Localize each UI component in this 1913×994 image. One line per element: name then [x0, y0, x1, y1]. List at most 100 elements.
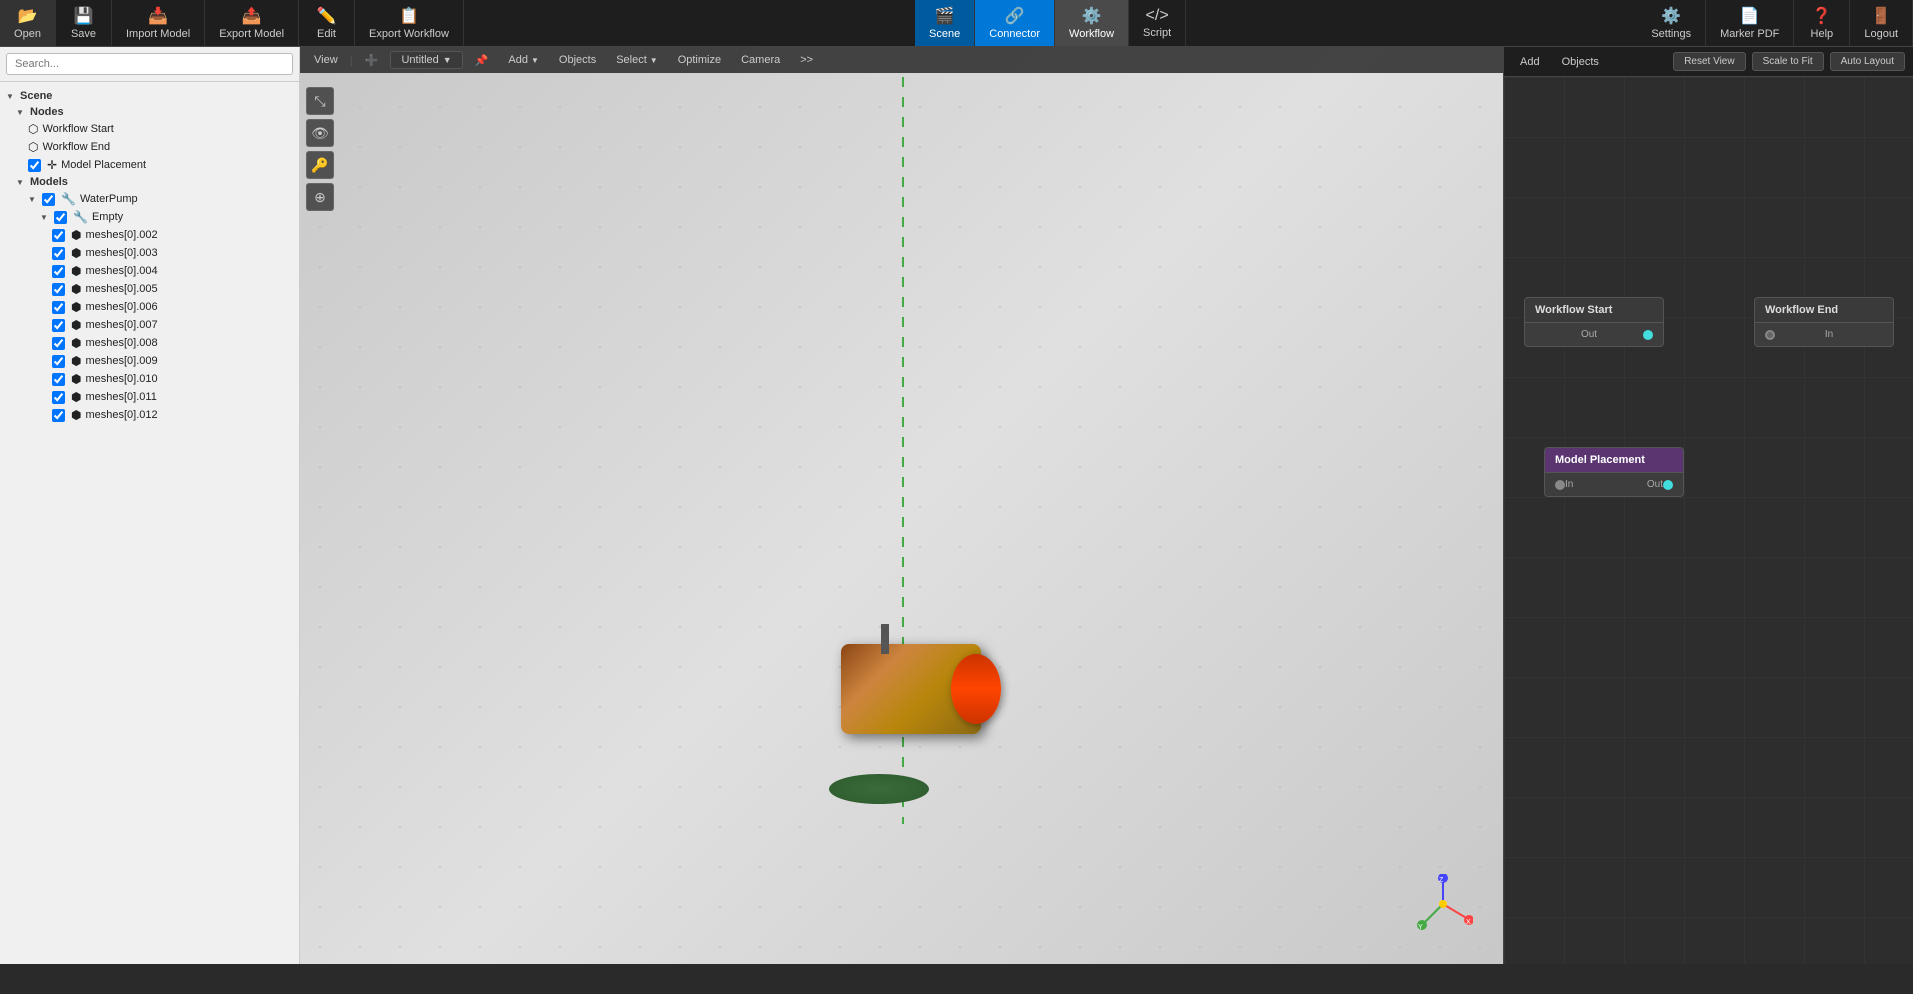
models-section[interactable]: ▼ Models: [0, 174, 299, 190]
wf-objects-btn[interactable]: Objects: [1554, 54, 1607, 70]
add-dropdown-icon: ▼: [531, 56, 539, 65]
view-btn[interactable]: View: [306, 52, 346, 68]
auto-layout-button[interactable]: Auto Layout: [1830, 52, 1905, 71]
tree-mesh-5[interactable]: ⬢ meshes[0].007: [0, 316, 299, 334]
edit-button[interactable]: ✏️ Edit: [299, 0, 355, 46]
tree-mesh-2[interactable]: ⬢ meshes[0].004: [0, 262, 299, 280]
node-model-placement-body: In Out: [1545, 473, 1683, 496]
pump-pipe: [881, 624, 889, 654]
mesh-8-checkbox[interactable]: [52, 373, 65, 386]
mesh-9-checkbox[interactable]: [52, 391, 65, 404]
node-workflow-start[interactable]: Workflow Start Out: [1524, 297, 1664, 347]
tree-mesh-6[interactable]: ⬢ meshes[0].008: [0, 334, 299, 352]
tab-name: Untitled: [401, 54, 438, 66]
mesh-5-checkbox[interactable]: [52, 319, 65, 332]
export-model-button[interactable]: 📤 Export Model: [205, 0, 299, 46]
wf-objects-label: Objects: [1562, 56, 1599, 68]
tree-mesh-3[interactable]: ⬢ meshes[0].005: [0, 280, 299, 298]
node-model-placement-title: Model Placement: [1555, 454, 1645, 466]
expand-tool-btn[interactable]: ⤡: [306, 87, 334, 115]
nodes-section[interactable]: ▼ Nodes: [0, 104, 299, 120]
node-start-out-label: Out: [1581, 329, 1597, 340]
key-tool-btn[interactable]: 🔑: [306, 151, 334, 179]
tree-workflow-start[interactable]: ⬡ Workflow Start: [0, 120, 299, 138]
mesh-0-checkbox[interactable]: [52, 229, 65, 242]
models-toggle-icon: ▼: [16, 178, 26, 187]
pump-motor: [951, 654, 1001, 724]
node-model-in-port[interactable]: [1555, 480, 1565, 490]
tree-mesh-7[interactable]: ⬢ meshes[0].009: [0, 352, 299, 370]
tree-mesh-1[interactable]: ⬢ meshes[0].003: [0, 244, 299, 262]
vp-camera-label: Camera: [741, 54, 780, 66]
mesh-3-checkbox[interactable]: [52, 283, 65, 296]
mesh-6-checkbox[interactable]: [52, 337, 65, 350]
tree-mesh-0[interactable]: ⬢ meshes[0].002: [0, 226, 299, 244]
reset-view-button[interactable]: Reset View: [1673, 52, 1745, 71]
pump-3d-model[interactable]: [841, 644, 1001, 764]
settings-button[interactable]: ⚙️ Settings: [1637, 0, 1706, 46]
tree-empty[interactable]: ▼ 🔧 Empty: [0, 208, 299, 226]
waterpump-checkbox[interactable]: [42, 193, 55, 206]
tree-workflow-end[interactable]: ⬡ Workflow End: [0, 138, 299, 156]
zoom-tool-btn[interactable]: ⊕: [306, 183, 334, 211]
empty-checkbox[interactable]: [54, 211, 67, 224]
scene-section[interactable]: ▼ Scene: [0, 88, 299, 104]
tree-mesh-10[interactable]: ⬢ meshes[0].012: [0, 406, 299, 424]
workflow-panel: Add Objects Reset View Scale to Fit Auto…: [1503, 47, 1913, 964]
viewport-tab[interactable]: Untitled ▼: [390, 51, 462, 69]
tree-model-placement[interactable]: ✛ Model Placement: [0, 156, 299, 174]
empty-label: Empty: [92, 211, 123, 223]
node-workflow-end[interactable]: Workflow End In: [1754, 297, 1894, 347]
nodes-toggle-icon: ▼: [16, 108, 26, 117]
tree-mesh-9[interactable]: ⬢ meshes[0].011: [0, 388, 299, 406]
mesh-7-checkbox[interactable]: [52, 355, 65, 368]
save-button[interactable]: 💾 Save: [56, 0, 112, 46]
mesh-3-label: meshes[0].005: [85, 283, 157, 295]
connector-button[interactable]: 🔗 Connector: [975, 0, 1055, 46]
help-button[interactable]: ❓ Help: [1794, 0, 1850, 46]
vp-objects-btn[interactable]: Objects: [551, 52, 604, 68]
add-plus-btn[interactable]: ➕: [357, 52, 387, 69]
vp-add-btn[interactable]: Add ▼: [500, 52, 547, 68]
tree-mesh-8[interactable]: ⬢ meshes[0].010: [0, 370, 299, 388]
export-workflow-button[interactable]: 📋 Export Workflow: [355, 0, 464, 46]
scale-to-fit-button[interactable]: Scale to Fit: [1752, 52, 1824, 71]
vp-optimize-btn[interactable]: Optimize: [670, 52, 729, 68]
script-button[interactable]: </> Script: [1129, 0, 1186, 46]
mesh-10-checkbox[interactable]: [52, 409, 65, 422]
open-button[interactable]: 📂 Open: [0, 0, 56, 46]
workflow-connections-svg: [1504, 77, 1804, 227]
import-model-button[interactable]: 📥 Import Model: [112, 0, 205, 46]
vp-select-label: Select: [616, 54, 647, 66]
mesh-2-icon: ⬢: [71, 264, 81, 278]
left-sidebar: ▼ Scene ▼ Nodes ⬡ Workflow Start ⬡ Workf…: [0, 47, 300, 964]
node-model-out-port[interactable]: [1663, 480, 1673, 490]
svg-text:X: X: [1466, 919, 1471, 926]
mesh-1-icon: ⬢: [71, 246, 81, 260]
tree-waterpump[interactable]: ▼ 🔧 WaterPump: [0, 190, 299, 208]
wf-add-btn[interactable]: Add: [1512, 54, 1548, 70]
marker-pdf-button[interactable]: 📄 Marker PDF: [1706, 0, 1794, 46]
export-workflow-label: Export Workflow: [369, 28, 449, 40]
workflow-button[interactable]: ⚙️ Workflow: [1055, 0, 1129, 46]
node-start-out-port[interactable]: [1643, 330, 1653, 340]
mesh-4-checkbox[interactable]: [52, 301, 65, 314]
scene-button[interactable]: 🎬 Scene: [915, 0, 975, 46]
vp-select-btn[interactable]: Select ▼: [608, 52, 666, 68]
node-model-placement[interactable]: Model Placement In Out: [1544, 447, 1684, 497]
workflow-canvas[interactable]: Workflow Start Out Workflow End In: [1504, 77, 1913, 964]
eye-tool-btn[interactable]: 👁: [306, 119, 334, 147]
node-end-in-port[interactable]: [1765, 330, 1775, 340]
mesh-1-checkbox[interactable]: [52, 247, 65, 260]
mesh-2-checkbox[interactable]: [52, 265, 65, 278]
pin-btn[interactable]: 📌: [467, 52, 497, 69]
vp-camera-btn[interactable]: Camera: [733, 52, 788, 68]
tree-mesh-4[interactable]: ⬢ meshes[0].006: [0, 298, 299, 316]
model-placement-checkbox[interactable]: [28, 159, 41, 172]
viewport[interactable]: View | ➕ Untitled ▼ 📌 Add ▼ Objects Sele…: [300, 47, 1503, 964]
vp-more-btn[interactable]: >>: [792, 52, 821, 68]
scene-label: Scene: [20, 90, 52, 102]
search-input[interactable]: [6, 53, 293, 75]
empty-icon: 🔧: [73, 210, 88, 224]
logout-button[interactable]: 🚪 Logout: [1850, 0, 1913, 46]
